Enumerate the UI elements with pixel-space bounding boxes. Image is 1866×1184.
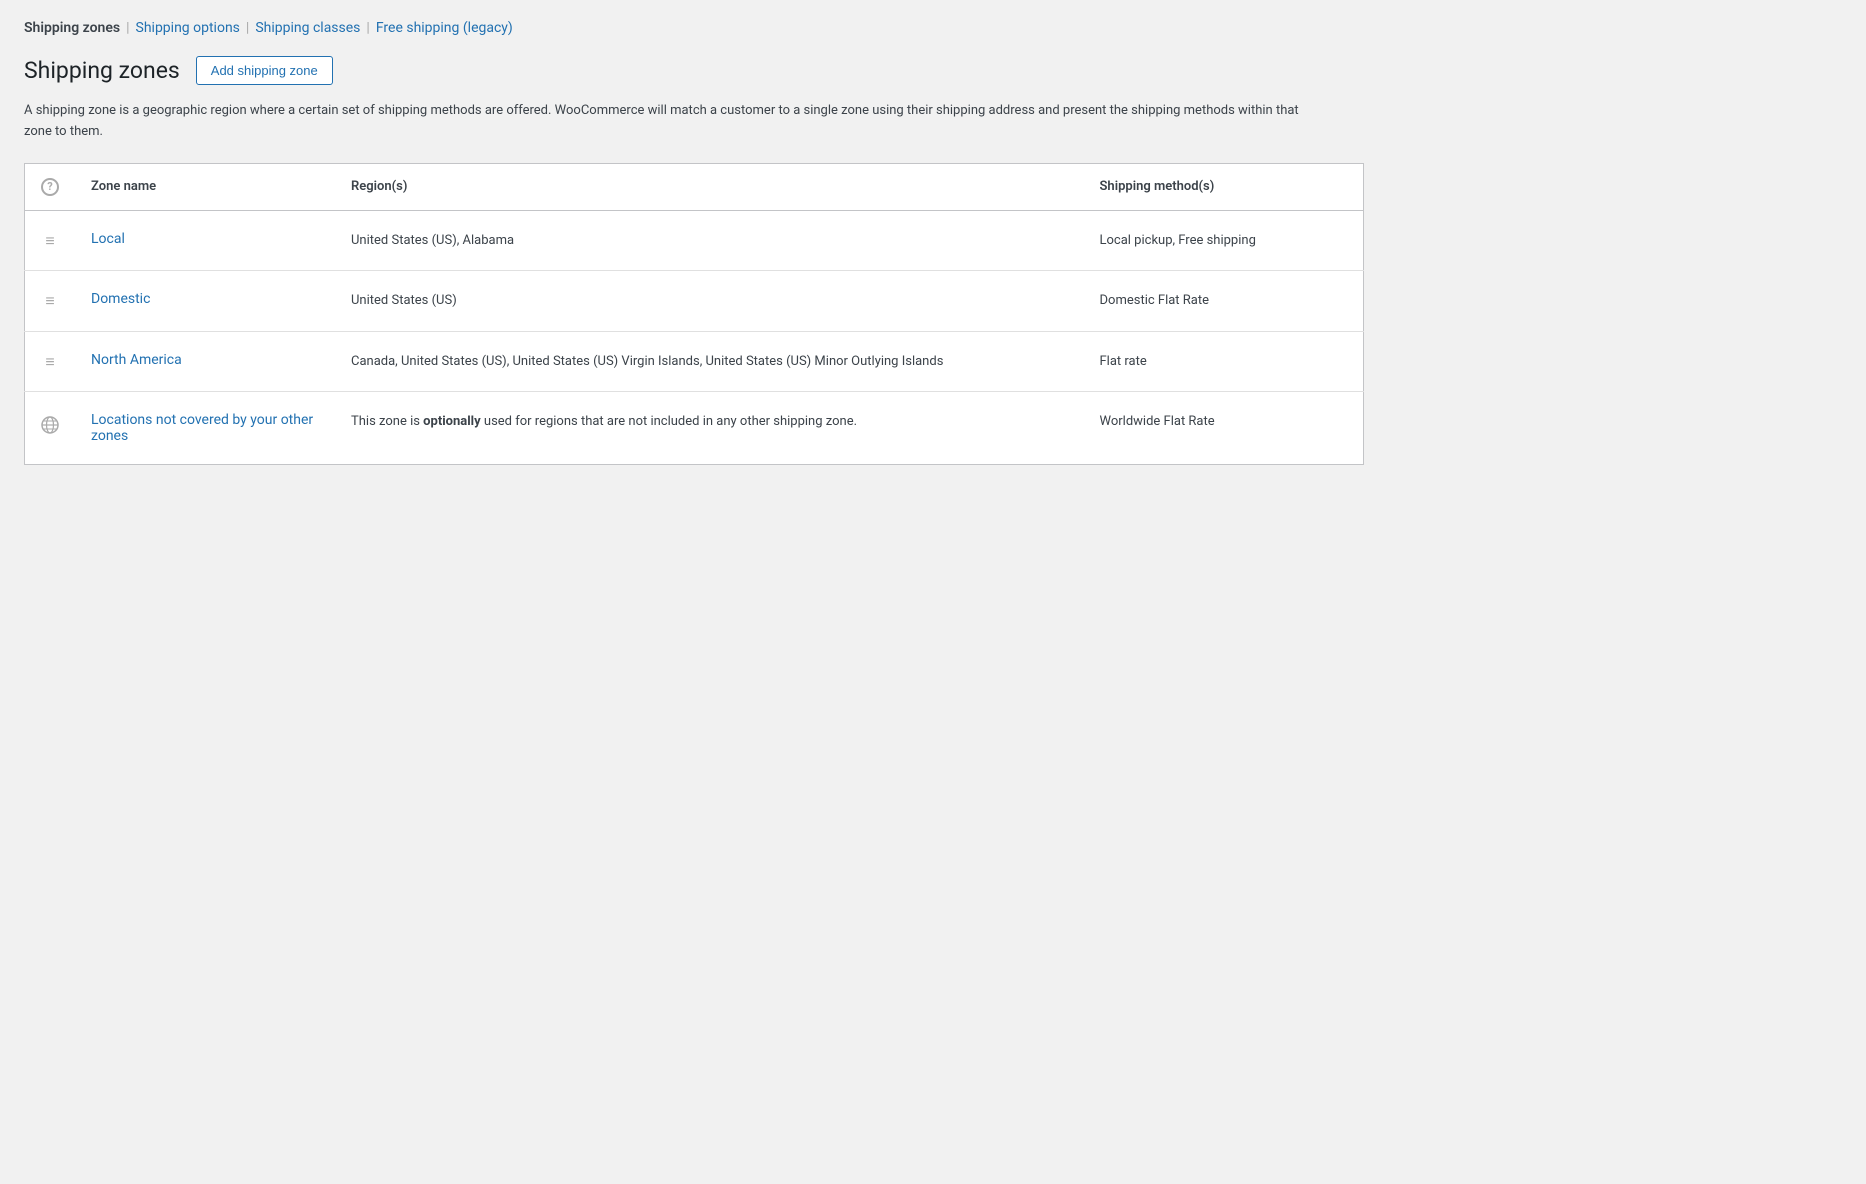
zone-locations-link[interactable]: Locations not covered by your other zone… [91,412,313,444]
nav-tabs: Shipping zones | Shipping options | Ship… [24,20,1842,36]
zone-north-america-drag-handle-cell: ≡ [25,331,76,392]
drag-handle-icon[interactable]: ≡ [45,354,54,370]
col-header-regions: Region(s) [335,163,1084,210]
zone-locations-name-cell: Locations not covered by your other zone… [75,392,335,465]
zone-north-america-regions-cell: Canada, United States (US), United State… [335,331,1084,392]
zone-local-methods: Local pickup, Free shipping [1100,233,1256,248]
zone-north-america-methods-cell: Flat rate [1084,331,1364,392]
nav-link-free-shipping[interactable]: Free shipping (legacy) [376,20,513,36]
table-row: ≡ North America Canada, United States (U… [25,331,1364,392]
zone-local-methods-cell: Local pickup, Free shipping [1084,210,1364,271]
zone-locations-regions-cell: This zone is optionally used for regions… [335,392,1084,465]
drag-handle-icon[interactable]: ≡ [45,233,54,249]
col-header-shipping-methods: Shipping method(s) [1084,163,1364,210]
add-shipping-zone-button[interactable]: Add shipping zone [196,56,333,85]
zone-locations-regions: This zone is optionally used for regions… [351,414,857,429]
zone-local-name-cell: Local [75,210,335,271]
shipping-zones-table: ? Zone name Region(s) Shipping method(s)… [24,163,1364,466]
zone-domestic-link[interactable]: Domestic [91,291,150,307]
optionally-text: optionally [423,414,481,429]
zone-north-america-name-cell: North America [75,331,335,392]
zone-north-america-link[interactable]: North America [91,352,182,368]
zone-domestic-regions-cell: United States (US) [335,271,1084,332]
drag-handle-icon[interactable]: ≡ [45,293,54,309]
zone-domestic-name-cell: Domestic [75,271,335,332]
nav-link-shipping-options[interactable]: Shipping options [136,20,240,36]
zone-north-america-methods: Flat rate [1100,354,1147,369]
page-header: Shipping zones Add shipping zone [24,56,1842,85]
zone-locations-methods-cell: Worldwide Flat Rate [1084,392,1364,465]
table-row: ≡ Domestic United States (US) Domestic F… [25,271,1364,332]
col-header-icon: ? [25,163,76,210]
globe-icon [41,416,59,438]
zone-north-america-regions: Canada, United States (US), United State… [351,354,943,369]
zone-local-drag-handle-cell: ≡ [25,210,76,271]
zone-local-regions-cell: United States (US), Alabama [335,210,1084,271]
nav-current-tab: Shipping zones [24,20,120,36]
zone-domestic-regions: United States (US) [351,293,457,308]
page-title: Shipping zones [24,57,180,84]
nav-link-shipping-classes[interactable]: Shipping classes [255,20,360,36]
col-header-zone-name: Zone name [75,163,335,210]
nav-separator-2: | [246,20,249,36]
table-header-row: ? Zone name Region(s) Shipping method(s) [25,163,1364,210]
page-description: A shipping zone is a geographic region w… [24,101,1324,143]
zone-locations-methods: Worldwide Flat Rate [1100,414,1215,429]
zone-local-regions: United States (US), Alabama [351,233,514,248]
zone-domestic-methods: Domestic Flat Rate [1100,293,1210,308]
zone-domestic-methods-cell: Domestic Flat Rate [1084,271,1364,332]
zone-locations-globe-cell [25,392,76,465]
help-icon[interactable]: ? [41,178,59,196]
zone-domestic-drag-handle-cell: ≡ [25,271,76,332]
zone-local-link[interactable]: Local [91,231,125,247]
table-row: Locations not covered by your other zone… [25,392,1364,465]
nav-separator-1: | [126,20,129,36]
nav-separator-3: | [366,20,369,36]
table-row: ≡ Local United States (US), Alabama Loca… [25,210,1364,271]
